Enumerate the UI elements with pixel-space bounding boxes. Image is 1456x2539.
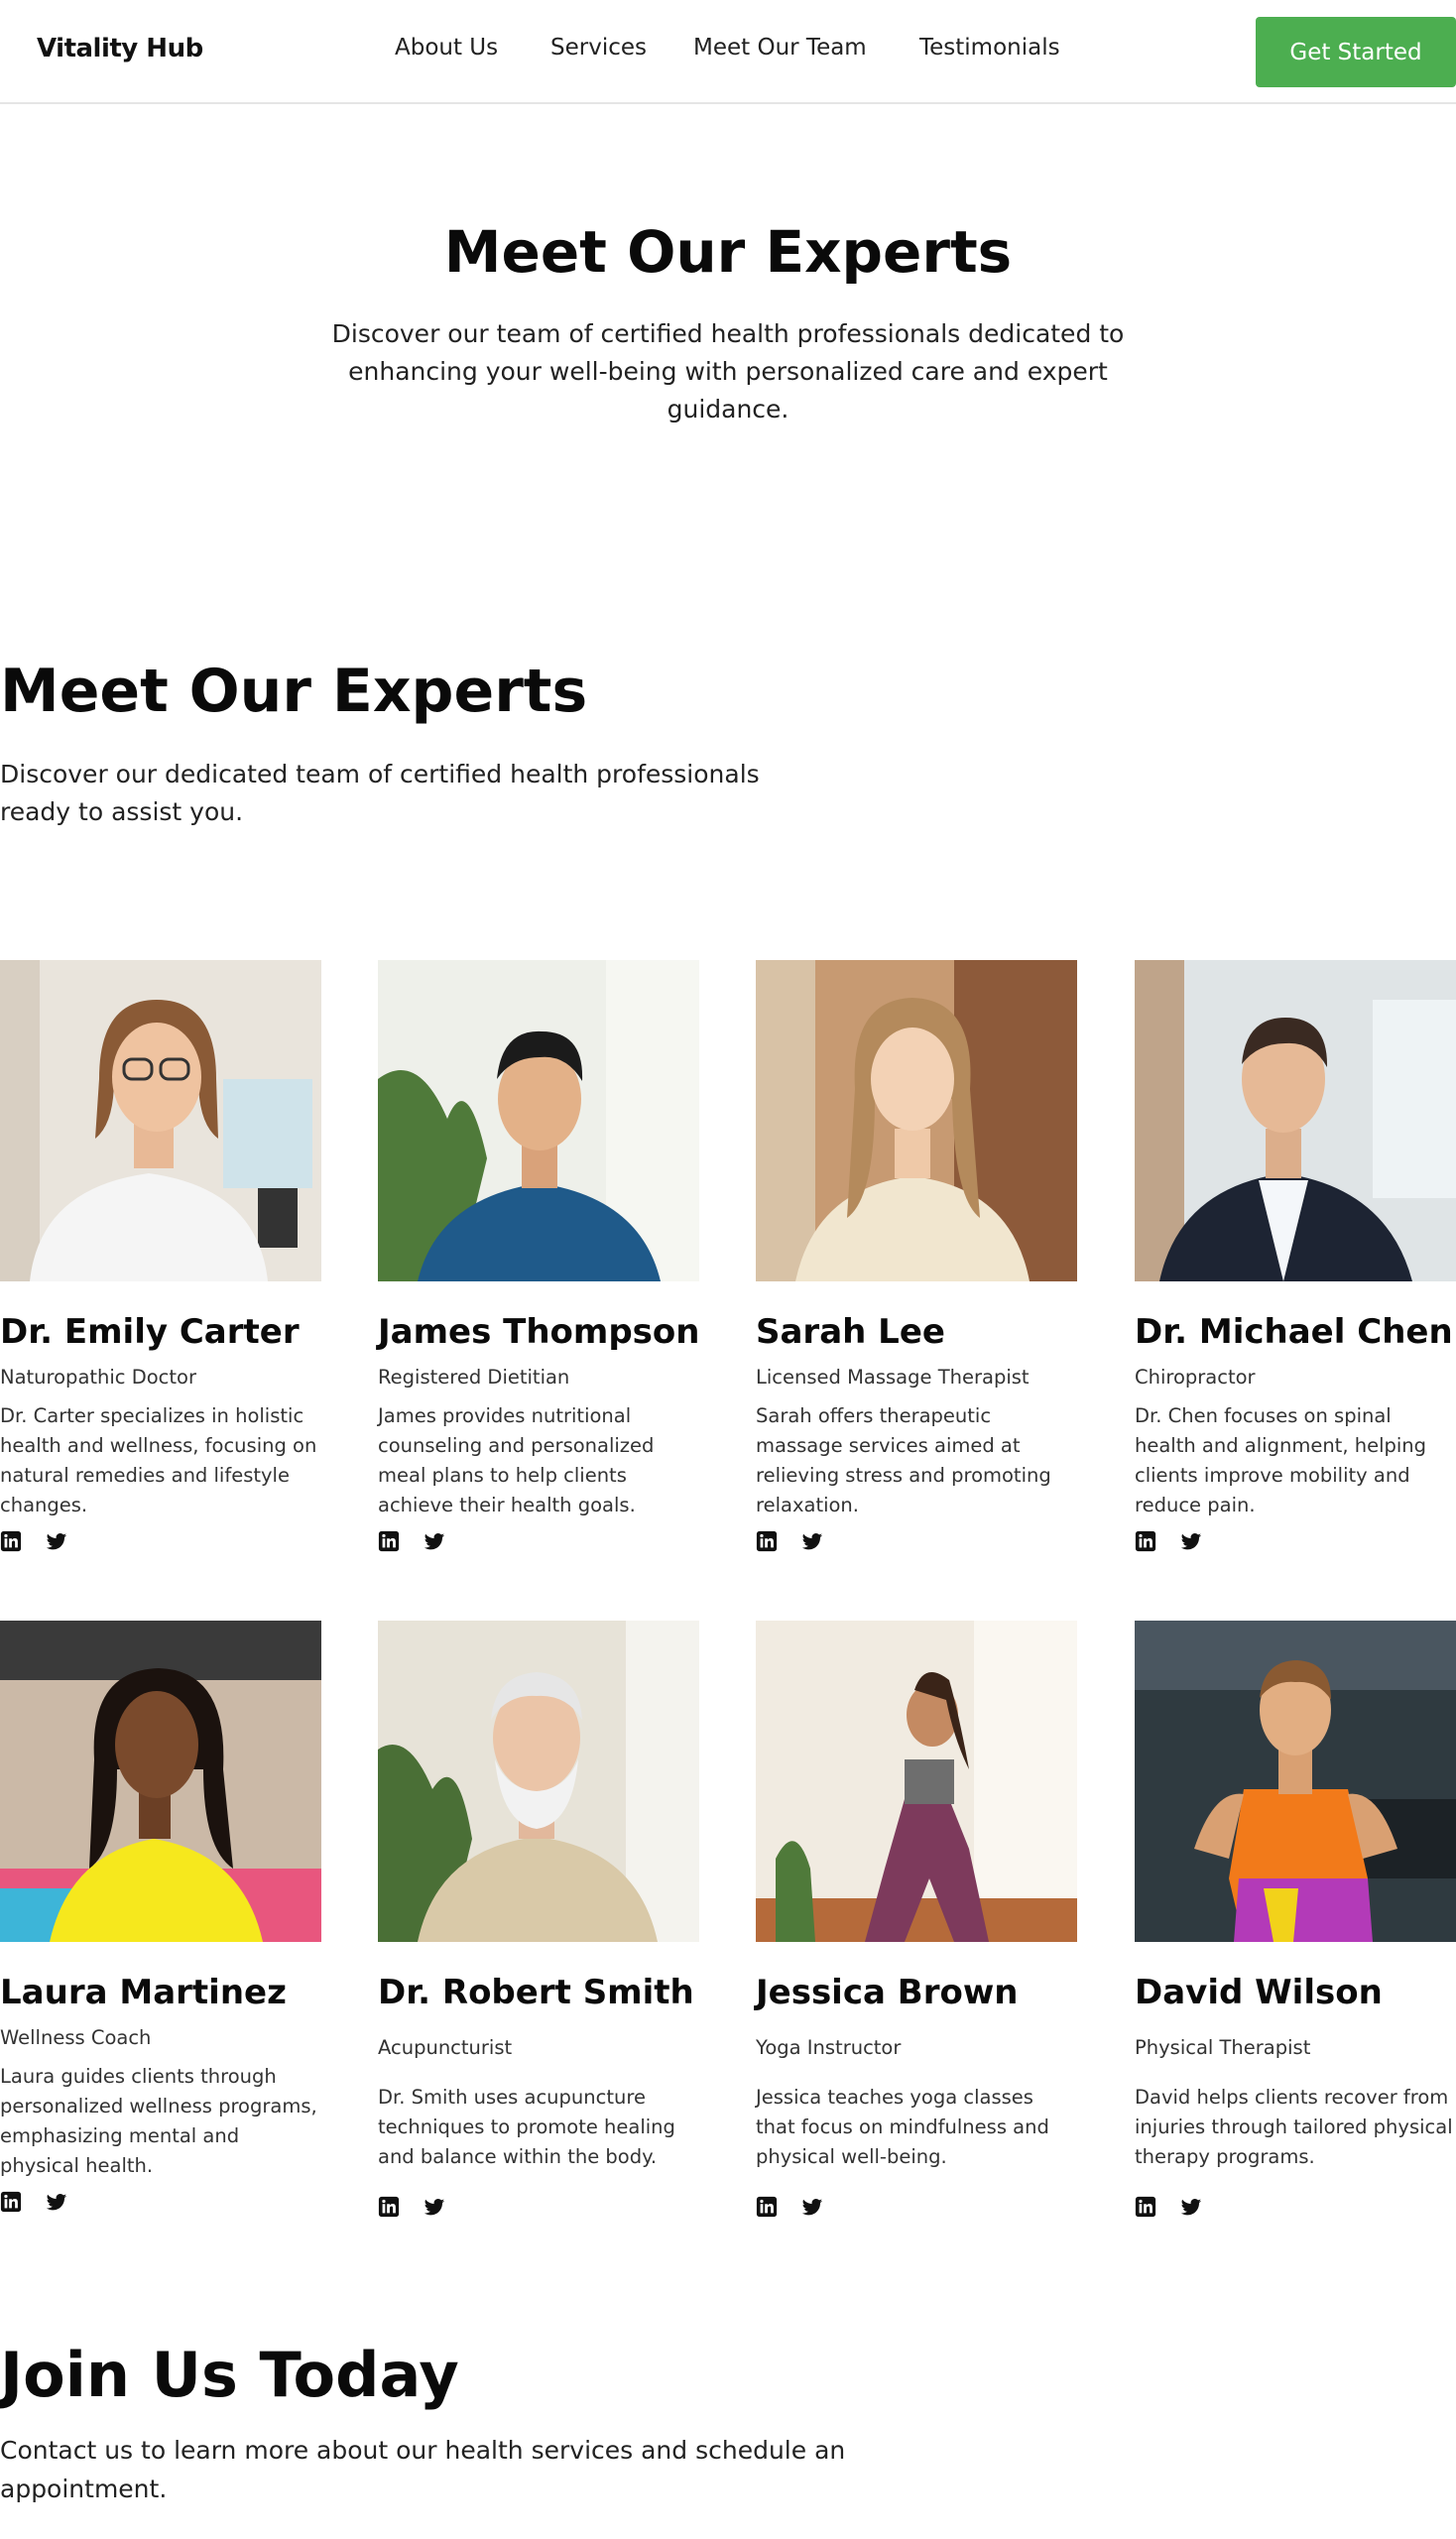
nav-link-about-us[interactable]: About Us: [395, 35, 498, 60]
social-links: [0, 1530, 321, 1552]
join-section-title: Join Us Today: [0, 2339, 459, 2411]
main-nav: About Us Services Meet Our Team Testimon…: [0, 35, 1456, 64]
expert-card-robert-smith: Dr. Robert Smith Acupuncturist Dr. Smith…: [378, 1621, 699, 2218]
linkedin-icon[interactable]: [0, 1530, 22, 1552]
twitter-icon[interactable]: [1180, 2196, 1202, 2218]
expert-bio: James provides nutritional counseling an…: [378, 1404, 655, 1516]
expert-role: Wellness Coach: [0, 2026, 152, 2049]
social-links: [378, 1530, 699, 1552]
hero-title: Meet Our Experts: [443, 218, 1013, 286]
twitter-icon[interactable]: [424, 2196, 445, 2218]
expert-photo: [0, 1621, 321, 1942]
site-header: Vitality Hub About Us Services Meet Our …: [0, 0, 1456, 104]
expert-photo: [756, 960, 1077, 1281]
expert-bio: Laura guides clients through personalize…: [0, 2065, 317, 2177]
experts-section-title: Meet Our Experts: [0, 657, 588, 726]
expert-name: Laura Martinez: [0, 1973, 287, 2012]
social-links: [1135, 2196, 1456, 2218]
twitter-icon[interactable]: [46, 1530, 67, 1552]
expert-photo: [1135, 960, 1456, 1281]
expert-name: Sarah Lee: [756, 1312, 945, 1352]
expert-name: Dr. Michael Chen: [1135, 1312, 1453, 1352]
expert-photo: [0, 960, 321, 1281]
expert-card-david-wilson: David Wilson Physical Therapist David he…: [1135, 1621, 1456, 2218]
expert-card-laura-martinez: Laura Martinez Wellness Coach Laura guid…: [0, 1621, 321, 2213]
hero-subtitle: Discover our team of certified health pr…: [331, 319, 1125, 423]
social-links: [0, 2191, 321, 2213]
social-links: [378, 2196, 699, 2218]
expert-card-emily-carter: Dr. Emily Carter Naturopathic Doctor Dr.…: [0, 960, 321, 1552]
join-section-subtitle: Contact us to learn more about our healt…: [0, 2436, 846, 2503]
expert-role: Naturopathic Doctor: [0, 1366, 196, 1389]
expert-card-michael-chen: Dr. Michael Chen Chiropractor Dr. Chen f…: [1135, 960, 1456, 1552]
expert-name: James Thompson: [378, 1312, 700, 1352]
expert-photo: [378, 1621, 699, 1942]
linkedin-icon[interactable]: [378, 2196, 400, 2218]
twitter-icon[interactable]: [801, 2196, 823, 2218]
twitter-icon[interactable]: [1180, 1530, 1202, 1552]
linkedin-icon[interactable]: [756, 1530, 778, 1552]
expert-bio: Dr. Chen focuses on spinal health and al…: [1135, 1404, 1427, 1516]
expert-name: Dr. Robert Smith: [378, 1973, 694, 2012]
expert-role: Registered Dietitian: [378, 1366, 570, 1389]
expert-role: Physical Therapist: [1135, 2036, 1311, 2059]
linkedin-icon[interactable]: [1135, 2196, 1156, 2218]
expert-photo: [756, 1621, 1077, 1942]
expert-bio: Dr. Smith uses acupuncture techniques to…: [378, 2086, 675, 2168]
expert-photo: [378, 960, 699, 1281]
social-links: [1135, 1530, 1456, 1552]
expert-role: Yoga Instructor: [756, 2036, 902, 2059]
twitter-icon[interactable]: [801, 1530, 823, 1552]
nav-link-meet-our-team[interactable]: Meet Our Team: [693, 35, 867, 60]
nav-link-testimonials[interactable]: Testimonials: [919, 35, 1060, 60]
expert-card-jessica-brown: Jessica Brown Yoga Instructor Jessica te…: [756, 1621, 1077, 2218]
linkedin-icon[interactable]: [1135, 1530, 1156, 1552]
expert-card-sarah-lee: Sarah Lee Licensed Massage Therapist Sar…: [756, 960, 1077, 1552]
expert-role: Acupuncturist: [378, 2036, 513, 2059]
social-links: [756, 1530, 1077, 1552]
get-started-button[interactable]: Get Started: [1256, 17, 1456, 87]
experts-section-subtitle: Discover our dedicated team of certified…: [0, 760, 760, 826]
expert-name: Jessica Brown: [756, 1973, 1019, 2012]
expert-photo: [1135, 1621, 1456, 1942]
expert-role: Licensed Massage Therapist: [756, 1366, 1030, 1389]
linkedin-icon[interactable]: [756, 2196, 778, 2218]
nav-link-services[interactable]: Services: [550, 35, 647, 60]
expert-card-james-thompson: James Thompson Registered Dietitian Jame…: [378, 960, 699, 1552]
twitter-icon[interactable]: [424, 1530, 445, 1552]
expert-bio: David helps clients recover from injurie…: [1135, 2086, 1453, 2168]
expert-name: David Wilson: [1135, 1973, 1383, 2012]
linkedin-icon[interactable]: [378, 1530, 400, 1552]
expert-bio: Dr. Carter specializes in holistic healt…: [0, 1404, 317, 1516]
expert-name: Dr. Emily Carter: [0, 1312, 300, 1352]
linkedin-icon[interactable]: [0, 2191, 22, 2213]
twitter-icon[interactable]: [46, 2191, 67, 2213]
expert-role: Chiropractor: [1135, 1366, 1256, 1389]
expert-bio: Jessica teaches yoga classes that focus …: [756, 2086, 1049, 2168]
expert-bio: Sarah offers therapeutic massage service…: [756, 1404, 1051, 1516]
social-links: [756, 2196, 1077, 2218]
